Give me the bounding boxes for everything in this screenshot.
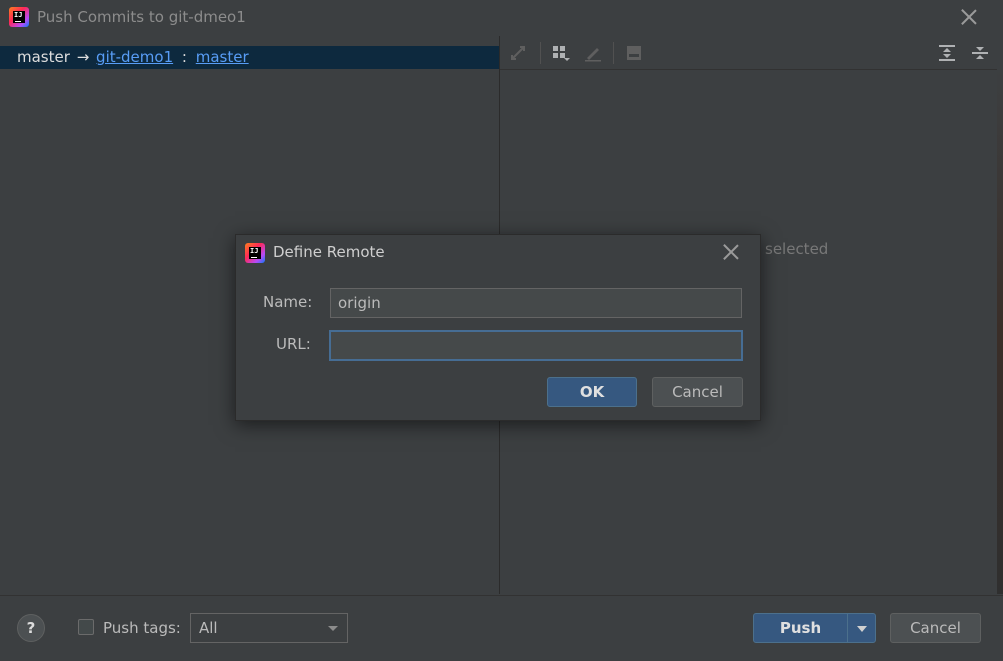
tags-dropdown-value: All [199, 619, 218, 637]
shelve-icon[interactable] [625, 44, 643, 62]
close-icon[interactable] [723, 244, 739, 260]
window-edge [997, 69, 1003, 594]
collapse-all-icon[interactable] [971, 44, 989, 62]
push-tags-label: Push tags: [103, 619, 181, 637]
window-title: Push Commits to git-dmeo1 [37, 8, 246, 26]
intellij-idea-icon: IJ [9, 7, 29, 27]
cancel-button[interactable]: Cancel [890, 613, 981, 643]
push-options-button[interactable] [847, 613, 876, 643]
toolbar-separator [613, 42, 614, 64]
url-label: URL: [276, 335, 311, 353]
name-label: Name: [263, 293, 313, 311]
remote-link[interactable]: git-demo1 [96, 48, 173, 66]
toolbar-separator [540, 42, 541, 64]
branch-row[interactable]: master → git-demo1 : master [0, 46, 499, 69]
close-icon[interactable] [961, 9, 977, 25]
ok-button[interactable]: OK [547, 377, 637, 407]
remote-branch-link[interactable]: master [196, 48, 249, 66]
push-tags-checkbox[interactable] [78, 619, 94, 635]
expand-all-icon[interactable] [938, 44, 956, 62]
dialog-cancel-button[interactable]: Cancel [652, 377, 743, 407]
push-button[interactable]: Push [753, 613, 848, 643]
local-branch: master [17, 48, 70, 66]
dialog-title: Define Remote [273, 243, 385, 261]
no-selection-placeholder: selected [765, 240, 829, 258]
remote-separator: : [181, 48, 187, 66]
intellij-idea-icon: IJ [245, 243, 265, 263]
branch-arrow: → [76, 48, 90, 66]
name-field[interactable] [330, 288, 742, 318]
help-button[interactable]: ? [17, 614, 45, 642]
url-field[interactable] [329, 330, 743, 361]
changes-toolbar [500, 36, 1003, 70]
chevron-down-icon [328, 626, 338, 631]
group-by-icon[interactable] [552, 44, 570, 62]
chevron-down-icon [857, 626, 867, 632]
tags-dropdown[interactable]: All [190, 613, 348, 643]
edit-icon[interactable] [584, 44, 602, 62]
cherry-pick-icon[interactable] [509, 44, 527, 62]
